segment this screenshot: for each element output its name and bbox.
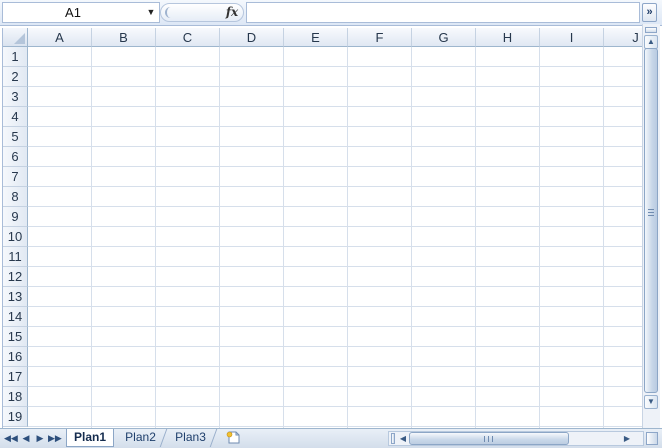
worksheet-grid: ABCDEFGHIJ 1 2 3 4 5 6 7 8 9 10 11 12 13 14 15 16 17 18 19 <box>2 28 642 428</box>
column-header-h[interactable]: H <box>476 28 540 47</box>
column-headers: ABCDEFGHIJ <box>28 28 642 47</box>
column-header-i[interactable]: I <box>540 28 604 47</box>
row-header-4[interactable]: 4 <box>3 107 28 127</box>
column-header-j[interactable]: J <box>604 28 642 47</box>
row-header-10[interactable]: 10 <box>3 227 28 247</box>
column-header-a[interactable]: A <box>28 28 92 47</box>
row-header-8[interactable]: 8 <box>3 187 28 207</box>
row-header-6[interactable]: 6 <box>3 147 28 167</box>
column-header-d[interactable]: D <box>220 28 284 47</box>
first-sheet-icon[interactable]: ◀◀ <box>4 431 18 445</box>
row-headers: 1 2 3 4 5 6 7 8 9 10 11 12 13 14 15 16 17 18 19 <box>3 47 28 427</box>
row-header-9[interactable]: 9 <box>3 207 28 227</box>
scroll-right-button[interactable]: ▶ <box>621 432 633 445</box>
sheet-tab-bar: ◀◀ ◀ ▶ ▶▶ Plan1 Plan2 Plan3 ◀ ▶ <box>0 428 662 448</box>
sheet-tab-plan2[interactable]: Plan2 <box>114 429 168 447</box>
row-header-18[interactable]: 18 <box>3 387 28 407</box>
sheet-tab-plan3[interactable]: Plan3 <box>164 429 218 447</box>
sheet-tab-label: Plan3 <box>175 430 207 444</box>
formula-bar: A1 ▼ fx » <box>0 0 662 26</box>
column-header-c[interactable]: C <box>156 28 220 47</box>
row-header-17[interactable]: 17 <box>3 367 28 387</box>
scroll-up-button[interactable]: ▲ <box>644 35 658 49</box>
formula-input[interactable] <box>246 2 640 23</box>
vertical-scrollbar[interactable]: ▲ ▼ <box>642 24 660 428</box>
row-header-19[interactable]: 19 <box>3 407 28 427</box>
name-box-value[interactable]: A1 <box>3 3 143 22</box>
expand-formula-bar-button[interactable]: » <box>642 3 657 22</box>
column-header-b[interactable]: B <box>92 28 156 47</box>
select-all-button[interactable] <box>3 28 28 47</box>
row-header-7[interactable]: 7 <box>3 167 28 187</box>
row-header-11[interactable]: 11 <box>3 247 28 267</box>
row-header-14[interactable]: 14 <box>3 307 28 327</box>
tab-split-box[interactable] <box>391 433 395 444</box>
sheet-tab-label: Plan2 <box>125 430 157 444</box>
column-header-g[interactable]: G <box>412 28 476 47</box>
row-header-15[interactable]: 15 <box>3 327 28 347</box>
column-header-e[interactable]: E <box>284 28 348 47</box>
cell-area[interactable] <box>28 47 642 428</box>
sheet-tab-plan1[interactable]: Plan1 <box>66 429 114 447</box>
grip-icon <box>484 436 493 442</box>
horizontal-split-box[interactable] <box>645 27 657 33</box>
vertical-scroll-thumb[interactable] <box>644 48 658 393</box>
next-sheet-icon[interactable]: ▶ <box>34 431 46 445</box>
grip-icon <box>648 209 654 216</box>
function-area: fx <box>160 3 246 22</box>
row-header-3[interactable]: 3 <box>3 87 28 107</box>
insert-function-icon[interactable]: fx <box>222 3 242 22</box>
vertical-split-box[interactable] <box>646 432 658 445</box>
row-header-1[interactable]: 1 <box>3 47 28 67</box>
row-header-16[interactable]: 16 <box>3 347 28 367</box>
grip-icon[interactable] <box>165 7 175 18</box>
chevron-down-icon[interactable]: ▼ <box>145 3 157 22</box>
row-header-12[interactable]: 12 <box>3 267 28 287</box>
column-header-f[interactable]: F <box>348 28 412 47</box>
scroll-down-button[interactable]: ▼ <box>644 395 658 409</box>
previous-sheet-icon[interactable]: ◀ <box>20 431 32 445</box>
name-box[interactable]: A1 ▼ <box>2 2 160 23</box>
horizontal-scroll-thumb[interactable] <box>409 432 569 445</box>
row-header-13[interactable]: 13 <box>3 287 28 307</box>
last-sheet-icon[interactable]: ▶▶ <box>48 431 62 445</box>
select-all-icon <box>14 33 25 44</box>
new-sheet-icon[interactable] <box>226 431 240 444</box>
row-header-2[interactable]: 2 <box>3 67 28 87</box>
scroll-left-button[interactable]: ◀ <box>397 432 409 445</box>
horizontal-scrollbar[interactable]: ◀ ▶ <box>388 431 644 446</box>
row-header-5[interactable]: 5 <box>3 127 28 147</box>
